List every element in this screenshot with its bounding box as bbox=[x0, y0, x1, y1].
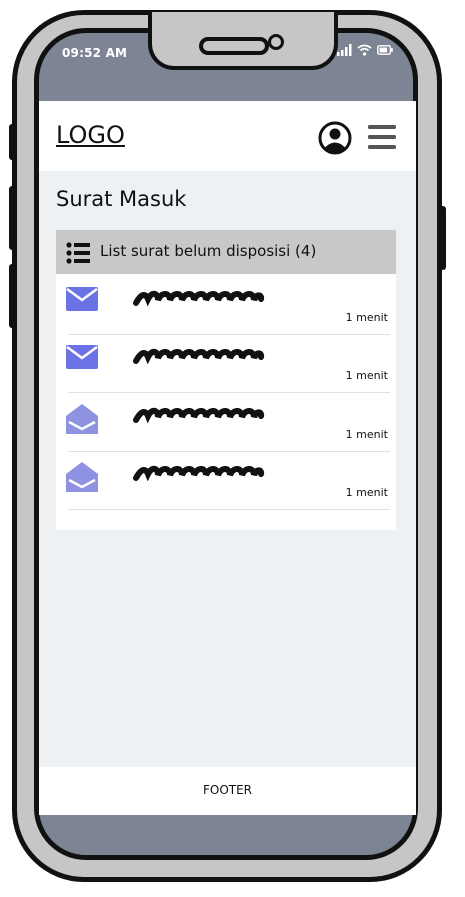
mail-time: 1 menit bbox=[345, 369, 388, 382]
app-header: LOGO bbox=[39, 101, 416, 171]
side-button-right bbox=[440, 206, 446, 270]
wifi-icon bbox=[357, 44, 372, 56]
hamburger-menu-icon[interactable] bbox=[368, 125, 396, 149]
app-footer: FOOTER bbox=[39, 767, 416, 815]
mail-item[interactable]: 1 menit bbox=[56, 394, 396, 452]
redacted-sender bbox=[133, 407, 265, 424]
envelope-closed-icon bbox=[66, 345, 98, 369]
camera bbox=[268, 34, 284, 50]
redacted-sender bbox=[133, 465, 265, 482]
footer-label: FOOTER bbox=[202, 783, 253, 797]
app-content: LOGO Surat Masuk List surat belum dispos… bbox=[39, 101, 416, 815]
status-icons bbox=[336, 44, 393, 56]
mail-list-card: List surat belum disposisi (4) 1 menit 1… bbox=[56, 230, 396, 530]
list-icon bbox=[66, 242, 90, 264]
side-button-left-top bbox=[9, 124, 15, 160]
redacted-sender bbox=[133, 290, 265, 307]
row-divider bbox=[68, 392, 390, 393]
mail-time: 1 menit bbox=[345, 311, 388, 324]
side-button-left-middle bbox=[9, 186, 15, 250]
mail-list-title: List surat belum disposisi (4) bbox=[100, 242, 317, 260]
mail-time: 1 menit bbox=[345, 428, 388, 441]
envelope-closed-icon bbox=[66, 287, 98, 311]
signal-icon bbox=[337, 44, 352, 56]
mail-item[interactable]: 1 menit bbox=[56, 335, 396, 393]
row-divider bbox=[68, 509, 390, 510]
battery-icon bbox=[377, 45, 393, 55]
envelope-open-icon bbox=[66, 462, 98, 492]
redacted-sender bbox=[133, 348, 265, 365]
speaker bbox=[199, 37, 269, 55]
logo[interactable]: LOGO bbox=[56, 121, 125, 149]
status-time: 09:52 AM bbox=[62, 46, 128, 60]
mail-item[interactable]: 1 menit bbox=[56, 452, 396, 510]
side-button-left-bottom bbox=[9, 264, 15, 328]
profile-icon[interactable] bbox=[318, 121, 352, 155]
mail-list-header: List surat belum disposisi (4) bbox=[56, 230, 396, 274]
page-title: Surat Masuk bbox=[56, 187, 187, 211]
mail-time: 1 menit bbox=[345, 486, 388, 499]
mail-item[interactable]: 1 menit bbox=[56, 277, 396, 335]
envelope-open-icon bbox=[66, 404, 98, 434]
